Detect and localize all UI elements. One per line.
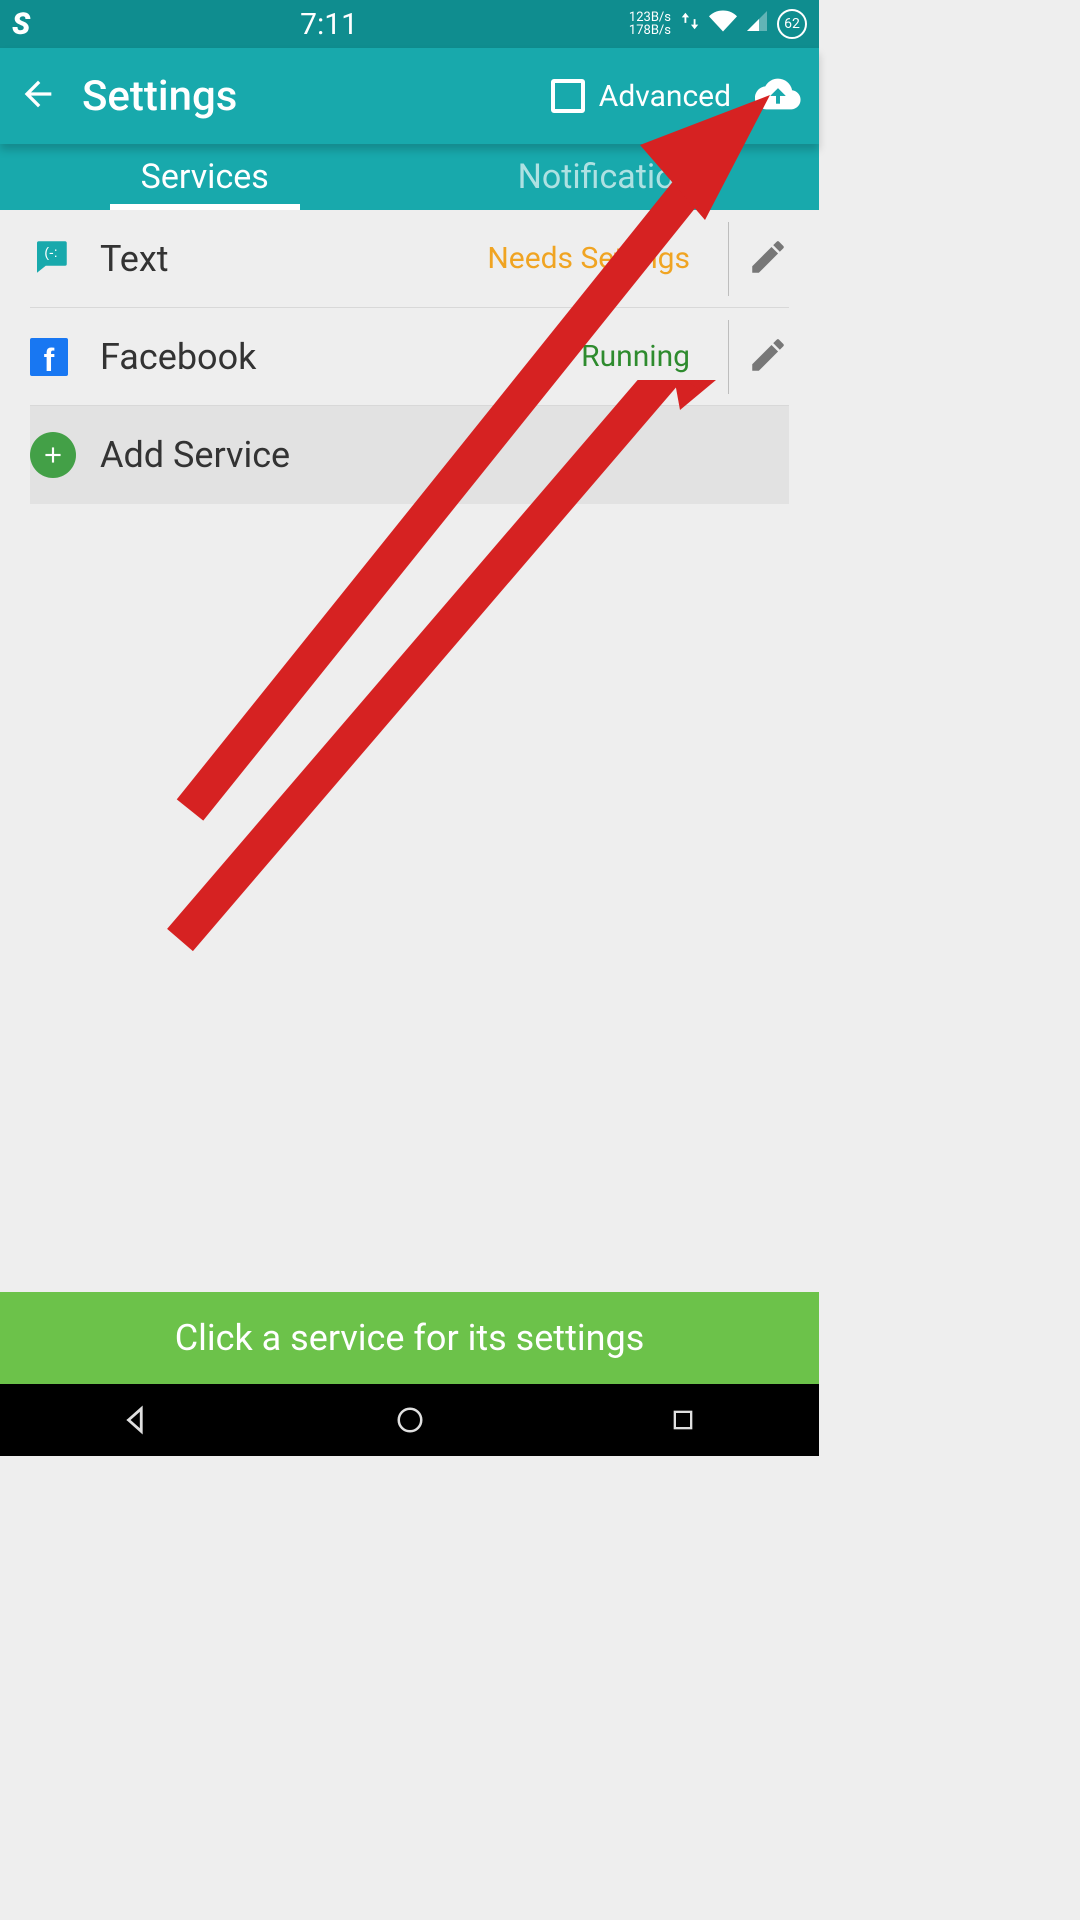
service-status: Running [581,339,690,374]
tab-services[interactable]: Services [0,144,410,210]
tab-services-label: Services [141,157,269,197]
hint-bar: Click a service for its settings [0,1292,819,1384]
divider [728,320,729,394]
chat-icon: (-: [30,236,72,282]
svg-text:(-:: (-: [44,244,57,260]
advanced-toggle[interactable]: Advanced [551,79,731,114]
system-nav-bar [0,1384,819,1456]
checkbox-icon [551,79,585,113]
hint-text: Click a service for its settings [175,1317,645,1359]
page-title: Settings [82,72,527,121]
status-bar: S 7:11 123B/s 178B/s 62 [0,0,819,48]
facebook-icon: f [30,338,68,376]
service-name: Facebook [100,336,581,378]
app-bar: Settings Advanced [0,48,819,144]
content-area: (-: Text Needs Settings f Facebook Runni… [0,210,819,1292]
service-name: Text [100,238,487,280]
add-service-label: Add Service [100,434,789,476]
service-status: Needs Settings [487,241,690,276]
tab-bar: Services Notifications [0,144,819,210]
edit-button[interactable] [747,236,789,282]
back-button[interactable] [18,74,58,118]
network-speed: 123B/s 178B/s [629,11,671,37]
service-row-text[interactable]: (-: Text Needs Settings [30,210,789,308]
nav-home-button[interactable] [389,1399,431,1441]
nav-recent-button[interactable] [662,1399,704,1441]
plus-icon [30,432,76,478]
edit-button[interactable] [747,334,789,380]
advanced-label: Advanced [599,79,731,114]
status-clock: 7:11 [29,7,629,42]
app-status-icon: S [12,7,29,42]
tab-notifications-label: Notifications [518,157,711,197]
battery-value: 62 [784,16,800,32]
battery-indicator: 62 [777,9,807,39]
wifi-icon [709,7,737,41]
cloud-upload-button[interactable] [755,71,801,121]
add-service-button[interactable]: Add Service [30,406,789,504]
nav-back-button[interactable] [116,1399,158,1441]
data-arrows-icon [679,10,701,38]
divider [728,222,729,296]
tab-notifications[interactable]: Notifications [410,144,820,210]
signal-icon [745,9,769,39]
net-down-label: 178B/s [629,24,671,37]
service-row-facebook[interactable]: f Facebook Running [30,308,789,406]
